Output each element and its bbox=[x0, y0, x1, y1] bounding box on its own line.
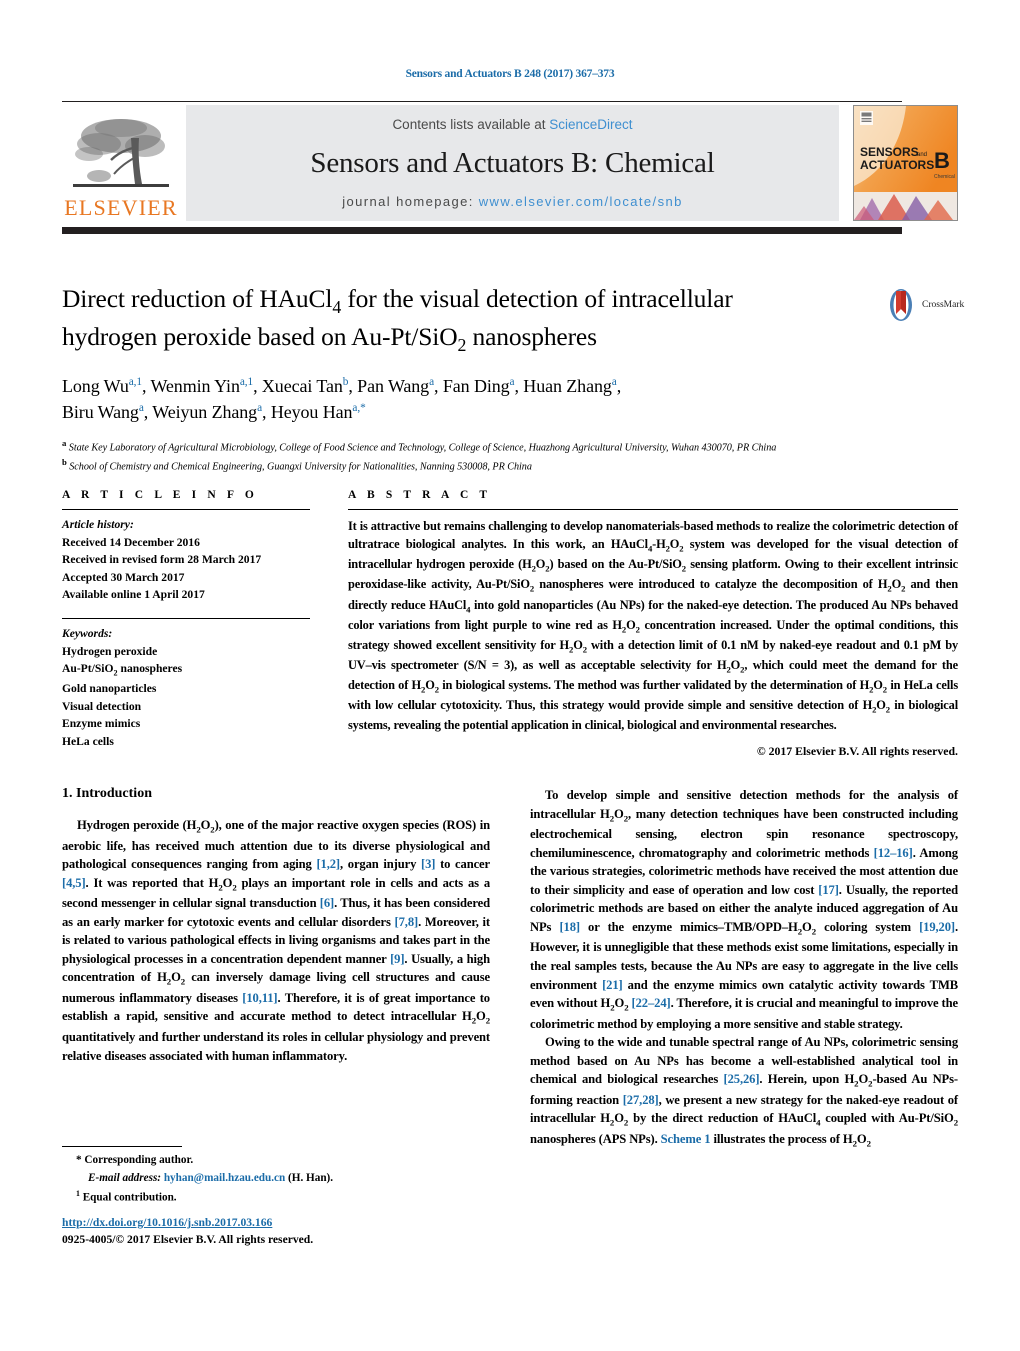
history-item: Available online 1 April 2017 bbox=[62, 588, 205, 602]
journal-cover-thumbnail[interactable]: SENSORS and ACTUATORS B Chemical bbox=[853, 105, 958, 221]
journal-homepage-link[interactable]: www.elsevier.com/locate/snb bbox=[479, 194, 683, 209]
author-affil-mark: a bbox=[138, 402, 144, 415]
crossmark-badge[interactable]: CrossMark bbox=[884, 288, 964, 322]
intro-paragraph-2: To develop simple and sensitive detectio… bbox=[530, 788, 959, 1031]
history-item: Received 14 December 2016 bbox=[62, 535, 200, 549]
author[interactable]: Huan Zhanga bbox=[523, 376, 617, 396]
contents-prefix: Contents lists available at bbox=[392, 117, 550, 132]
title-block: Direct reduction of HAuCl4 for the visua… bbox=[62, 282, 872, 475]
svg-text:Chemical: Chemical bbox=[934, 174, 955, 180]
contents-available-line: Contents lists available at ScienceDirec… bbox=[392, 117, 632, 132]
issn-copyright-line: 0925-4005/© 2017 Elsevier B.V. All right… bbox=[62, 1233, 314, 1247]
history-item: Accepted 30 March 2017 bbox=[62, 570, 185, 584]
author-affil-mark: a bbox=[611, 376, 617, 389]
author[interactable]: Wenmin Yina,1 bbox=[150, 376, 253, 396]
abstract-column: A B S T R A C T It is attractive but rem… bbox=[348, 489, 958, 759]
body-column-left: 1. Introduction Hydrogen peroxide (H2O2)… bbox=[62, 786, 490, 1150]
author-affil-mark: b bbox=[342, 376, 349, 389]
email-suffix: (H. Han). bbox=[288, 1171, 334, 1184]
keywords-list: Keywords: Hydrogen peroxide Au-Pt/SiO2 n… bbox=[62, 625, 310, 750]
footnote-rule bbox=[62, 1146, 182, 1147]
masthead-top-rule bbox=[62, 101, 902, 102]
author-affil-mark: a,* bbox=[352, 402, 366, 415]
abstract-heading: A B S T R A C T bbox=[348, 489, 492, 501]
journal-masthead: ELSEVIER Contents lists available at Sci… bbox=[62, 101, 958, 234]
keyword-item: Hydrogen peroxide bbox=[62, 644, 158, 658]
keywords-label: Keywords: bbox=[62, 627, 113, 641]
homepage-prefix: journal homepage: bbox=[342, 194, 479, 209]
svg-text:ACTUATORS: ACTUATORS bbox=[860, 158, 934, 172]
title-line-2: hydrogen peroxide based on Au-Pt/SiO2 na… bbox=[62, 321, 597, 355]
abstract-copyright: © 2017 Elsevier B.V. All rights reserved… bbox=[756, 744, 958, 759]
email-label: E-mail address: bbox=[88, 1171, 162, 1184]
elsevier-logo: ELSEVIER bbox=[62, 105, 180, 221]
masthead-bottom-rule bbox=[62, 227, 902, 234]
journal-title: Sensors and Actuators B: Chemical bbox=[310, 146, 715, 179]
keyword-item: HeLa cells bbox=[62, 734, 114, 748]
section-heading-introduction: 1. Introduction bbox=[62, 786, 152, 801]
intro-paragraph-1: Hydrogen peroxide (H2O2), one of the maj… bbox=[62, 818, 490, 1063]
intro-paragraph-3: Owing to the wide and tunable spectral r… bbox=[530, 1035, 958, 1149]
article-info-column: A R T I C L E I N F O Article history: R… bbox=[62, 489, 310, 759]
abstract-body: It is attractive but remains challenging… bbox=[348, 519, 959, 733]
keywords-rule bbox=[62, 618, 310, 620]
affiliations: a State Key Laboratory of Agricultural M… bbox=[62, 437, 872, 475]
article-info-rule bbox=[62, 509, 310, 510]
keyword-item: Gold nanoparticles bbox=[62, 681, 157, 695]
author-affil-mark: a,1 bbox=[239, 376, 254, 389]
sciencedirect-link[interactable]: ScienceDirect bbox=[549, 117, 632, 132]
author-affil-mark: a bbox=[429, 376, 435, 389]
body-columns: 1. Introduction Hydrogen peroxide (H2O2)… bbox=[62, 786, 958, 1150]
author[interactable]: Long Wua,1 bbox=[62, 376, 142, 396]
affiliation-a: a State Key Laboratory of Agricultural M… bbox=[62, 438, 777, 454]
author-affil-mark: a bbox=[257, 402, 263, 415]
keyword-item: Au-Pt/SiO2 nanospheres bbox=[62, 662, 183, 678]
cover-artwork: SENSORS and ACTUATORS B Chemical bbox=[854, 106, 957, 220]
email-link[interactable]: hyhan@mail.hzau.edu.cn bbox=[164, 1172, 285, 1184]
article-info-heading: A R T I C L E I N F O bbox=[62, 489, 258, 501]
author[interactable]: Heyou Hana,* bbox=[271, 402, 366, 422]
author[interactable]: Biru Wanga bbox=[62, 402, 144, 422]
author-list: Long Wua,1, Wenmin Yina,1, Xuecai Tanb, … bbox=[62, 376, 622, 423]
journal-article-page: Sensors and Actuators B 248 (2017) 367–3… bbox=[0, 0, 1020, 1351]
journal-band: Contents lists available at ScienceDirec… bbox=[186, 105, 839, 221]
doi-link[interactable]: http://dx.doi.org/10.1016/j.snb.2017.03.… bbox=[62, 1214, 562, 1231]
article-history-label: Article history: bbox=[62, 518, 134, 531]
footnotes-block: * Corresponding author. E-mail address: … bbox=[62, 1146, 490, 1206]
author-affil-mark: a,1 bbox=[128, 376, 142, 389]
svg-text:SENSORS: SENSORS bbox=[860, 145, 919, 159]
author[interactable]: Fan Dinga bbox=[443, 376, 515, 396]
footer-doi-block: http://dx.doi.org/10.1016/j.snb.2017.03.… bbox=[62, 1214, 562, 1249]
elsevier-wordmark: ELSEVIER bbox=[64, 195, 178, 220]
elsevier-tree-icon bbox=[73, 119, 169, 187]
info-abstract-region: A R T I C L E I N F O Article history: R… bbox=[62, 489, 958, 759]
footnote-email: E-mail address: hyhan@mail.hzau.edu.cn (… bbox=[62, 1170, 490, 1187]
history-item: Received in revised form 28 March 2017 bbox=[62, 553, 262, 567]
author[interactable]: Xuecai Tanb bbox=[262, 376, 349, 396]
journal-homepage-line: journal homepage: www.elsevier.com/locat… bbox=[342, 194, 682, 209]
abstract-rule bbox=[348, 509, 958, 510]
running-head: Sensors and Actuators B 248 (2017) 367–3… bbox=[405, 68, 615, 80]
keyword-item: Enzyme mimics bbox=[62, 717, 141, 731]
crossmark-label: CrossMark bbox=[922, 300, 965, 310]
author[interactable]: Pan Wanga bbox=[357, 376, 434, 396]
title-line-1: Direct reduction of HAuCl4 for the visua… bbox=[62, 284, 733, 318]
footnote-equal-contribution: 1 Equal contribution. bbox=[76, 1188, 177, 1204]
page-title: Direct reduction of HAuCl4 for the visua… bbox=[62, 282, 872, 357]
author[interactable]: Weiyun Zhanga bbox=[152, 402, 262, 422]
footnote-corresponding: * Corresponding author. bbox=[76, 1154, 194, 1166]
crossmark-icon bbox=[890, 289, 912, 321]
keyword-item: Visual detection bbox=[62, 699, 142, 713]
affiliation-b: b School of Chemistry and Chemical Engin… bbox=[62, 457, 532, 473]
body-column-right: To develop simple and sensitive detectio… bbox=[530, 786, 958, 1150]
author-affil-mark: a bbox=[509, 376, 515, 389]
article-history: Article history: Received 14 December 20… bbox=[62, 516, 310, 604]
svg-text:B: B bbox=[934, 148, 950, 173]
